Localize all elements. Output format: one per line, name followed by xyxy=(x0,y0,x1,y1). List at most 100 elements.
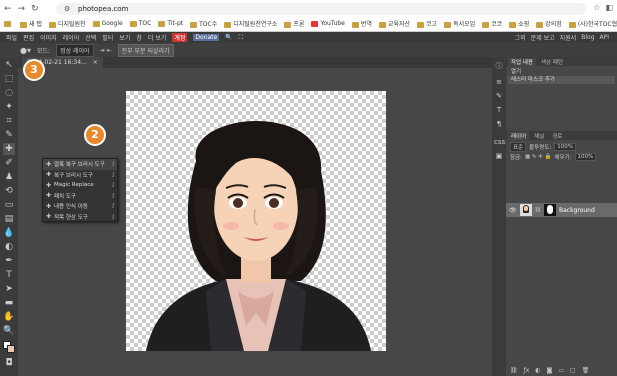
canvas-area[interactable]: ✚ 얼룩 복구 브러시 도구 J ✚ 복구 브러시 도구 J ✚ Magic Replace J… xyxy=(18,68,492,376)
type-tool-icon[interactable]: T xyxy=(3,269,15,281)
menu-right-item[interactable]: 문제 보고 xyxy=(531,33,555,42)
blur-tool-icon[interactable]: 💧 xyxy=(3,227,15,239)
move-tool-icon[interactable]: ↖ xyxy=(3,59,15,71)
bookmark-item[interactable]: 디지털원천 xyxy=(48,19,86,28)
bookmark-item[interactable]: 프론 xyxy=(284,19,304,28)
site-info-icon[interactable]: ⚙ xyxy=(64,3,70,15)
flyout-item[interactable]: ✚ 내용 인식 이동 J xyxy=(43,201,117,212)
shape-tool-icon[interactable]: ▬ xyxy=(3,297,15,309)
address-bar[interactable]: ⚙ photopea.com xyxy=(56,3,586,15)
menu-item[interactable]: 더 보기 xyxy=(148,33,166,42)
menu-item[interactable]: 보기 xyxy=(119,33,130,42)
menu-right-item[interactable]: 그외 xyxy=(515,33,526,42)
extension-icon[interactable]: ◧ xyxy=(605,3,613,12)
new-layer-icon[interactable]: ▢ xyxy=(570,367,576,374)
tab-swatches[interactable]: 색상 패턴 xyxy=(538,58,566,66)
history-item[interactable]: 레스터 마스크 추가 xyxy=(508,76,615,84)
close-icon[interactable]: × xyxy=(93,59,98,66)
dodge-tool-icon[interactable]: ◐ xyxy=(3,241,15,253)
brush-tool-icon[interactable]: ✐ xyxy=(3,157,15,169)
bookmark-item[interactable]: YouTube xyxy=(311,20,345,27)
mode-select[interactable]: 정상 레이어 xyxy=(56,43,94,57)
flyout-item[interactable]: ✚ Magic Replace J xyxy=(43,180,117,191)
fullscreen-icon[interactable]: ⛶ xyxy=(239,34,243,42)
tab-layers[interactable]: 레이어 xyxy=(508,131,530,140)
lock-icons[interactable]: ▦ ✎ ✛ 🔒 xyxy=(525,154,552,160)
bookmark-item[interactable]: Google xyxy=(92,20,123,27)
menu-item[interactable]: 편집 xyxy=(23,33,34,42)
gradient-tool-icon[interactable]: ▤ xyxy=(3,213,15,225)
bookmark-item[interactable]: 독서모임 xyxy=(444,19,475,28)
eyedropper-tool-icon[interactable]: ✎ xyxy=(3,129,15,141)
eraser-tool-icon[interactable]: ▭ xyxy=(3,199,15,211)
fill-input[interactable]: 100% xyxy=(574,153,597,161)
path-select-icon[interactable]: ➤ xyxy=(3,283,15,295)
bookmark-item[interactable] xyxy=(4,20,13,27)
search-icon[interactable]: 🔍 xyxy=(225,34,232,41)
hand-tool-icon[interactable]: ✋ xyxy=(3,311,15,323)
bookmark-item[interactable]: 강의함 xyxy=(536,19,562,28)
link-layers-icon[interactable]: ⛓ xyxy=(510,367,518,374)
bookmark-item[interactable]: 교육자산 xyxy=(378,19,410,28)
image-icon[interactable]: ▣ xyxy=(494,151,504,161)
bookmark-item[interactable]: 새 탭 xyxy=(20,19,42,28)
history-item[interactable]: 열기 xyxy=(508,68,615,76)
menu-item[interactable]: 파일 xyxy=(6,33,17,42)
marquee-tool-icon[interactable]: ⬚ xyxy=(3,73,15,85)
crop-tool-icon[interactable]: ⌗ xyxy=(3,115,15,127)
character-icon[interactable]: T xyxy=(494,105,504,115)
flyout-item[interactable]: ✚ 복구 브러시 도구 J xyxy=(43,170,117,181)
tab-paths[interactable]: 경로 xyxy=(549,132,565,140)
flyout-item[interactable]: ✚ 적목 현상 도구 J xyxy=(43,212,117,223)
blend-mode-select[interactable]: 표준 xyxy=(510,142,527,152)
sample-button[interactable]: 전부 부분 되살리기 xyxy=(117,43,174,57)
css-icon[interactable]: css xyxy=(494,137,505,147)
sample-icon[interactable]: ⇥ ⇤ xyxy=(100,47,112,54)
quick-mask-icon[interactable]: ◘ xyxy=(3,357,15,369)
adjustment-icon[interactable]: ◐ xyxy=(535,367,540,374)
layer-mask-thumbnail[interactable] xyxy=(543,204,556,216)
menu-item[interactable]: 필터 xyxy=(102,33,113,42)
properties-icon[interactable]: ≡ xyxy=(494,77,504,87)
flyout-item[interactable]: ✚ 얼룩 복구 브러시 도구 J xyxy=(43,159,117,170)
delete-layer-icon[interactable]: 🗑 xyxy=(582,367,590,374)
stamp-tool-icon[interactable]: ♟ xyxy=(3,171,15,183)
color-swatch-icon[interactable] xyxy=(3,341,15,353)
account-button[interactable]: 계정 xyxy=(172,33,188,42)
bookmark-item[interactable]: 코코 xyxy=(482,19,502,28)
history-brush-icon[interactable]: ⟲ xyxy=(3,185,15,197)
menu-right-item[interactable]: 지원서 xyxy=(560,33,577,42)
bookmark-item[interactable]: TOC xyxy=(129,20,151,27)
reload-icon[interactable]: ↻ xyxy=(31,4,39,14)
bookmark-item[interactable]: Tit-pt xyxy=(158,20,183,27)
opacity-input[interactable]: 100% xyxy=(554,143,576,151)
menu-item[interactable]: 이미지 xyxy=(40,33,57,42)
bookmark-item[interactable]: TOC수 xyxy=(190,19,217,28)
heal-tool-icon[interactable]: ✚ xyxy=(3,143,15,155)
lasso-tool-icon[interactable]: ◌ xyxy=(3,87,15,99)
flyout-item[interactable]: ✚ 패치 도구 J xyxy=(43,191,117,202)
magic-wand-tool-icon[interactable]: ✦ xyxy=(3,101,15,113)
layer-row-background[interactable]: 👁 ⛓ Background xyxy=(506,203,617,217)
bookmark-item[interactable]: 코고 xyxy=(417,19,437,28)
mask-icon[interactable]: ◙ xyxy=(547,367,553,374)
bookmark-item[interactable]: 번역 xyxy=(351,19,372,28)
menu-item[interactable]: 창 xyxy=(136,33,142,42)
effects-icon[interactable]: ƒx xyxy=(524,367,530,374)
bookmark-item[interactable]: (사)한국TOC협회 - xyxy=(568,19,617,28)
menu-right-item[interactable]: API xyxy=(600,34,610,41)
back-icon[interactable]: ← xyxy=(4,4,12,14)
zoom-tool-icon[interactable]: 🔍 xyxy=(3,325,15,337)
visibility-eye-icon[interactable]: 👁 xyxy=(509,207,517,214)
bookmark-item[interactable]: 쇼핑 xyxy=(509,19,529,28)
menu-item[interactable]: 레이어 xyxy=(63,33,80,42)
info-icon[interactable]: ⓘ xyxy=(494,61,504,71)
tab-channels[interactable]: 채널 xyxy=(531,132,547,140)
brush-settings-icon[interactable]: ✎ xyxy=(494,91,504,101)
pen-tool-icon[interactable]: ✒ xyxy=(3,255,15,267)
brush-preset-icon[interactable]: ●▾ xyxy=(20,46,31,55)
paragraph-icon[interactable]: ¶ xyxy=(494,119,504,129)
star-icon[interactable]: ☆ xyxy=(593,3,600,12)
forward-icon[interactable]: → xyxy=(18,4,26,14)
tab-history[interactable]: 작업 내용 xyxy=(508,57,536,66)
